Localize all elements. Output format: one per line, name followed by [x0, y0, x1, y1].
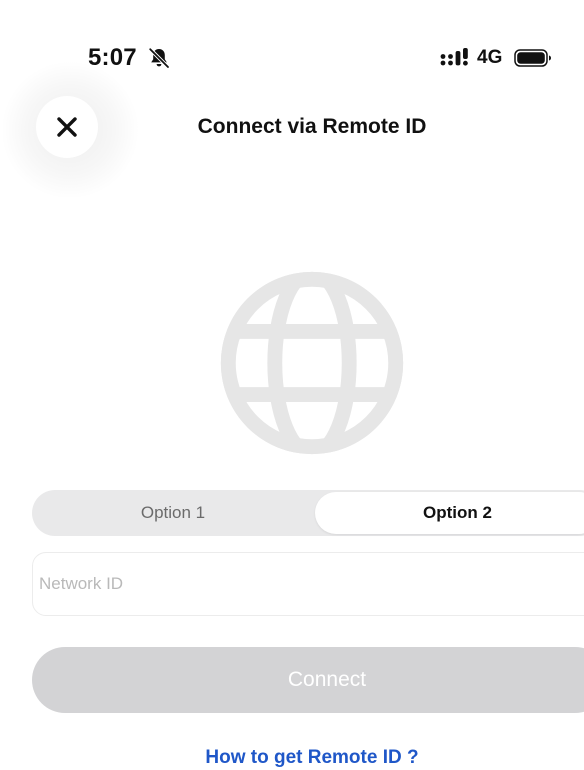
- how-to-get-remote-id-link[interactable]: How to get Remote ID ?: [0, 746, 584, 770]
- bell-slash-icon: [148, 47, 170, 69]
- page-title: Connect via Remote ID: [197, 115, 427, 138]
- segment-option-1[interactable]: Option 1: [32, 490, 314, 536]
- connect-button[interactable]: [32, 647, 584, 713]
- battery-icon: [514, 49, 551, 67]
- signal-icon: [440, 48, 468, 66]
- segment-option-2[interactable]: Option 2: [315, 492, 584, 534]
- network-id-input[interactable]: [32, 552, 584, 616]
- network-type: 4G: [477, 47, 503, 68]
- connect-remote-id-screen: 5:07 4G Connect via Remote ID Option 1 O…: [0, 0, 584, 770]
- segmented-control: Option 1 Option 2: [32, 490, 584, 536]
- globe-icon: [220, 271, 404, 455]
